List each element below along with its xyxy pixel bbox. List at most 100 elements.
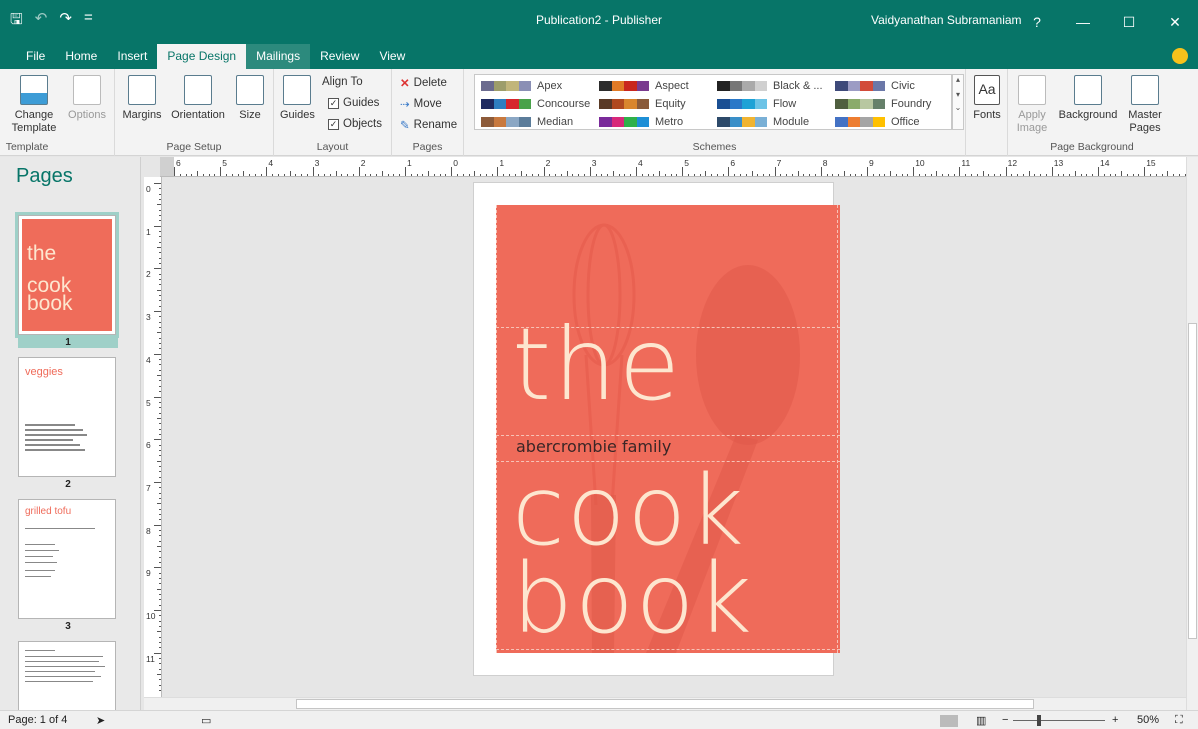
change-template-button[interactable]: Change Template [6,75,62,135]
page-thumbnail-2[interactable]: veggies 2 [18,357,118,490]
page-thumbnail-4[interactable] [18,641,118,711]
ruler-label: 8 [822,158,828,168]
user-name[interactable]: Vaidyanathan Subramaniam [871,13,1022,27]
more-icon[interactable]: ⌄ [953,103,963,112]
scheme-equity[interactable]: Equity [599,95,686,112]
margins-button[interactable]: Margins [119,75,165,122]
scheme-concourse[interactable]: Concourse [481,95,590,112]
ruler-label: 0 [146,184,151,194]
delete-page-button[interactable]: ✕ Delete [400,76,447,90]
tab-page-design[interactable]: Page Design [157,44,247,69]
align-to-label: Align To [322,76,363,88]
fit-page-icon[interactable]: ⛶ [1175,714,1183,727]
scheme-black[interactable]: Black & ... [717,77,823,94]
page-thumbnail-3[interactable]: grilled tofu 3 [18,499,118,632]
ruler-label: 8 [146,525,151,536]
scheme-flow[interactable]: Flow [717,95,796,112]
pages-panel: Pages the cook book 1 veggies 2 grilled … [0,157,141,711]
ruler-label: 4 [638,158,643,168]
guides-button[interactable]: Guides [280,75,315,122]
scroll-up-icon[interactable]: ▴ [953,75,963,84]
ruler-label: 10 [915,158,925,168]
rename-page-button[interactable]: ✎ Rename [400,118,457,132]
cover-background[interactable]: the abercrombie family cook book [496,205,840,653]
minimize-button[interactable]: — [1060,0,1106,44]
ruler-label: 0 [453,158,458,168]
two-page-view-icon[interactable]: ▥ [976,714,986,727]
scheme-metro[interactable]: Metro [599,113,683,130]
scheme-office[interactable]: Office [835,113,920,130]
subtitle-family[interactable]: abercrombie family [516,437,671,456]
help-button[interactable]: ? [1014,0,1060,44]
vertical-ruler[interactable]: 0 1 2 3 4 5 6 7 8 9 10 11 [144,177,162,697]
size-icon [236,75,264,105]
maximize-button[interactable]: ☐ [1106,0,1152,44]
cursor-icon: ➤ [96,715,106,727]
object-size-icon[interactable]: ▭ [201,714,211,727]
pages-group: ✕ Delete ⇢ Move ✎ Rename Pages [392,69,464,156]
scheme-label: Flow [773,97,797,110]
scheme-civic[interactable]: Civic [835,77,915,94]
zoom-level[interactable]: 50% [1137,714,1159,726]
tab-file[interactable]: File [16,44,55,69]
title-bar: 🖫 ↶ ↷ = Publication2 - Publisher Vaidyan… [0,0,1198,44]
scheme-label: Concourse [537,97,591,110]
zoom-slider-thumb[interactable] [1037,715,1041,726]
vertical-scrollbar[interactable] [1186,157,1198,710]
zoom-slider-track[interactable] [1013,720,1105,721]
template-options-button[interactable]: Options [64,75,110,122]
page-indicator[interactable]: Page: 1 of 4 [8,714,67,726]
master-pages-button[interactable]: Master Pages [1122,75,1168,135]
fonts-icon: Aa [974,75,1000,105]
scheme-label: Apex [537,79,563,92]
align-guides-checkbox[interactable]: ✓ Guides [328,97,379,109]
horizontal-scrollbar[interactable] [144,697,1186,710]
tab-home[interactable]: Home [55,44,107,69]
single-page-view-icon[interactable] [940,715,958,727]
scheme-median[interactable]: Median [481,113,573,130]
ruler-label: 11 [146,653,155,664]
scheme-foundry[interactable]: Foundry [835,95,931,112]
scheme-label: Equity [655,97,686,110]
orientation-button[interactable]: Orientation [165,75,231,122]
scheme-swatch [835,80,885,91]
zoom-out-button[interactable]: − [1002,714,1008,726]
background-icon [1074,75,1102,105]
vertical-scroll-thumb[interactable] [1188,323,1197,639]
zoom-in-button[interactable]: + [1112,714,1118,726]
horizontal-ruler[interactable]: 6 5 4 3 2 1 0 1 2 3 4 5 6 7 8 9 10 11 12 13 14 15 [160,157,1186,177]
apply-image-button[interactable]: Apply Image [1012,75,1052,135]
size-button[interactable]: Size [231,75,269,122]
ruler-label: 11 [961,158,971,168]
scheme-module[interactable]: Module [717,113,809,130]
move-icon: ⇢ [400,99,410,111]
status-bar: Page: 1 of 4 ➤ ▭ ▥ − + 50% ⛶ [0,710,1198,729]
template-options-icon [73,75,101,105]
scheme-label: Foundry [891,97,932,110]
tab-review[interactable]: Review [310,44,369,69]
ruler-label: 5 [684,158,689,168]
tab-view[interactable]: View [369,44,415,69]
title-the[interactable]: the [512,305,682,425]
color-schemes-gallery: Apex Aspect Black & ... Civic Concourse Equit… [474,74,952,130]
scheme-aspect[interactable]: Aspect [599,77,689,94]
horizontal-scroll-thumb[interactable] [296,699,1034,709]
tab-mailings[interactable]: Mailings [246,44,311,69]
change-template-icon [20,75,48,105]
tab-insert[interactable]: Insert [107,44,157,69]
scheme-apex[interactable]: Apex [481,77,562,94]
move-page-button[interactable]: ⇢ Move [400,97,442,111]
title-book[interactable]: book [512,551,754,647]
close-button[interactable]: ✕ [1152,0,1198,44]
smiley-feedback-icon[interactable] [1172,48,1188,64]
ruler-label: 9 [146,568,151,579]
ruler-label: 3 [591,158,597,168]
fonts-button[interactable]: Aa Fonts [972,75,1002,122]
template-group: Change Template Options Template [0,69,115,156]
background-button[interactable]: Background [1054,75,1122,122]
scroll-down-icon[interactable]: ▾ [953,90,963,99]
schemes-scroll[interactable]: ▴ ▾ ⌄ [952,74,964,130]
align-objects-checkbox[interactable]: ✓ Objects [328,118,382,130]
page-thumbnail-1[interactable]: the cook book 1 [15,212,119,348]
scheme-label: Median [537,115,574,128]
